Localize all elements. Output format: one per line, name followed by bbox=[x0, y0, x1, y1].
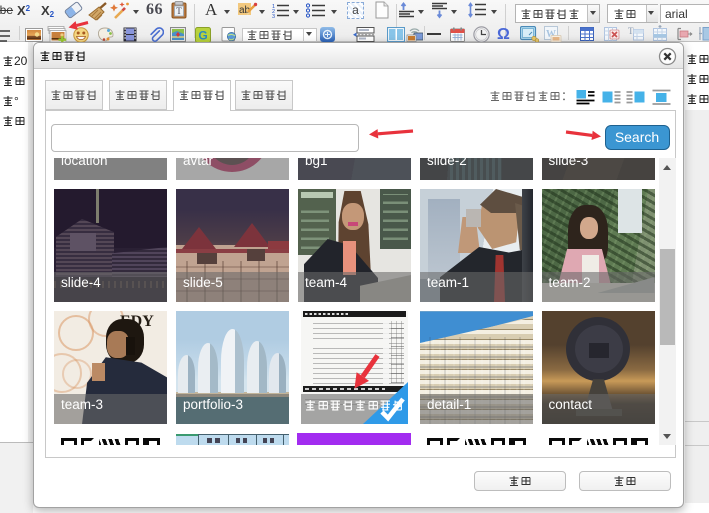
svg-text:T: T bbox=[176, 6, 182, 16]
svg-text:G: G bbox=[198, 29, 207, 43]
svg-text:3: 3 bbox=[272, 14, 275, 19]
